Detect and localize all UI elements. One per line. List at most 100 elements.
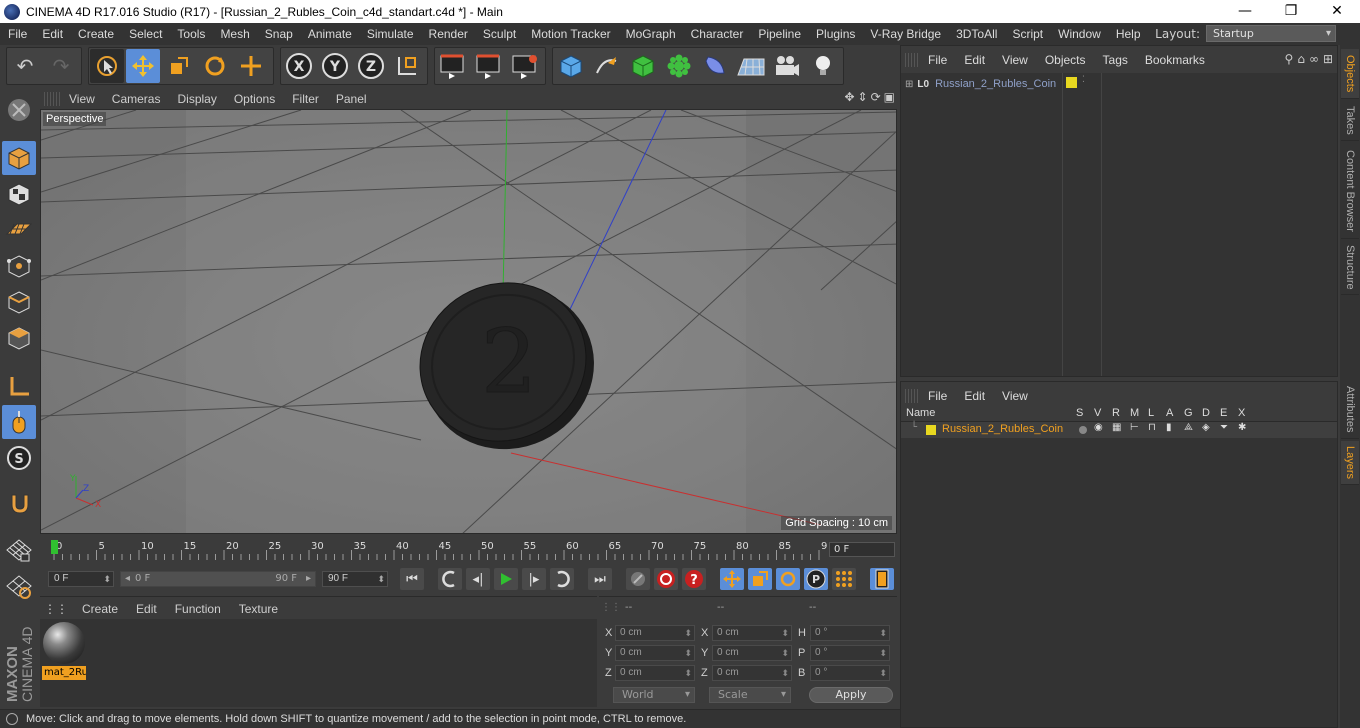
column-animation[interactable]: A	[1166, 407, 1173, 419]
key-scale-icon[interactable]	[748, 568, 772, 590]
viewport-menu-view[interactable]: View	[60, 92, 103, 106]
column-deformers[interactable]: D	[1202, 407, 1210, 419]
material-menu-function[interactable]: Function	[165, 602, 229, 616]
column-render[interactable]: R	[1112, 407, 1120, 419]
viewport-menu-panel[interactable]: Panel	[327, 92, 375, 106]
key-point-level-icon[interactable]	[832, 568, 856, 590]
column-solo[interactable]: S	[1076, 407, 1083, 419]
menu-pipeline[interactable]: Pipeline	[750, 27, 808, 41]
menu-script[interactable]: Script	[1004, 27, 1050, 41]
render-to-picture-viewer-icon[interactable]	[472, 49, 506, 83]
objects-menu-edit[interactable]: Edit	[955, 53, 993, 67]
menu-tools[interactable]: Tools	[169, 27, 212, 41]
layers-menu-file[interactable]: File	[919, 389, 955, 403]
record-keys-icon[interactable]	[654, 568, 678, 590]
link-icon[interactable]: ∞	[1309, 52, 1319, 66]
material-list[interactable]: mat_2Ru	[40, 619, 597, 707]
material-panel-grip[interactable]: ⋮⋮	[40, 602, 72, 616]
tab-content-browser[interactable]: Content Browser	[1341, 143, 1359, 239]
object-panel-grip[interactable]	[905, 53, 919, 67]
size-z-field[interactable]: 0 cm	[712, 665, 792, 681]
tweak-mode-icon[interactable]	[2, 405, 36, 439]
workplane-lock-icon[interactable]	[2, 533, 36, 567]
layers-menu-edit[interactable]: Edit	[955, 389, 993, 403]
xref-icon[interactable]: ✱	[1238, 422, 1246, 433]
home-icon[interactable]: ⌂	[1297, 52, 1305, 66]
camera-icon[interactable]	[770, 49, 804, 83]
rotation-b-field[interactable]: 0 °	[810, 665, 890, 681]
light-icon[interactable]	[806, 49, 840, 83]
layer-list[interactable]: └ Russian_2_Rubles_Coin ◉ ▦ ⊢ ⊓ ▮ ⟁ ◈ ⏷ …	[901, 422, 1337, 727]
visible-eye-icon[interactable]: ◉	[1094, 422, 1103, 433]
live-selection-icon[interactable]	[90, 49, 124, 83]
maximize-button[interactable]: ❐	[1268, 0, 1314, 23]
column-name[interactable]: Name	[906, 407, 935, 419]
render-settings-icon[interactable]	[508, 49, 542, 83]
scale-tool-icon[interactable]	[162, 49, 196, 83]
close-button[interactable]: ✕	[1314, 0, 1360, 23]
menu-vray-bridge[interactable]: V-Ray Bridge	[862, 27, 948, 41]
layer-panel-grip[interactable]	[905, 389, 919, 403]
menu-help[interactable]: Help	[1108, 27, 1148, 41]
menu-mesh[interactable]: Mesh	[212, 27, 256, 41]
column-xrefs[interactable]: X	[1238, 407, 1245, 419]
timeline-ruler[interactable]: 051015202530354045505560657075808590 0 F	[40, 536, 897, 564]
subdivision-surface-icon[interactable]	[626, 49, 660, 83]
go-to-previous-frame-icon[interactable]: ◂|	[466, 568, 490, 590]
go-to-next-frame-icon[interactable]: |▸	[522, 568, 546, 590]
menu-sculpt[interactable]: Sculpt	[475, 27, 523, 41]
material-preview-sphere[interactable]	[43, 622, 85, 664]
menu-animate[interactable]: Animate	[300, 27, 359, 41]
material-menu-create[interactable]: Create	[72, 602, 126, 616]
menu-snap[interactable]: Snap	[257, 27, 300, 41]
workplane-grid-icon[interactable]	[2, 569, 36, 603]
rotate-tool-icon[interactable]	[198, 49, 232, 83]
menu-character[interactable]: Character	[683, 27, 751, 41]
object-row[interactable]: ⊞ L0 Russian_2_Rubles_Coin	[905, 75, 1056, 93]
timeline-ticks[interactable]: 051015202530354045505560657075808590	[48, 538, 828, 562]
workplane-mode-icon[interactable]	[2, 213, 36, 247]
apply-button[interactable]: Apply	[809, 687, 893, 703]
x-axis-lock-icon[interactable]: X	[282, 49, 316, 83]
preview-start-field[interactable]: 0 F	[48, 571, 114, 587]
y-axis-lock-icon[interactable]: Y	[318, 49, 352, 83]
column-generators[interactable]: G	[1184, 407, 1193, 419]
cube-primitive-icon[interactable]	[554, 49, 588, 83]
coordinate-space-dropdown[interactable]: World	[613, 687, 695, 703]
tab-structure[interactable]: Structure	[1341, 241, 1359, 295]
autokeying-icon[interactable]: ?	[682, 568, 706, 590]
layer-row[interactable]: └ Russian_2_Rubles_Coin ◉ ▦ ⊢ ⊓ ▮ ⟁ ◈ ⏷ …	[901, 422, 1337, 438]
size-x-field[interactable]: 0 cm	[712, 625, 792, 641]
move-tool-icon[interactable]	[126, 49, 160, 83]
menu-plugins[interactable]: Plugins	[808, 27, 862, 41]
timeline-window-icon[interactable]	[870, 568, 894, 590]
objects-menu-view[interactable]: View	[993, 53, 1036, 67]
playhead-marker[interactable]	[51, 540, 58, 554]
play-forwards-icon[interactable]	[494, 568, 518, 590]
undo-icon[interactable]: ↶	[8, 49, 42, 83]
menu-motion-tracker[interactable]: Motion Tracker	[523, 27, 617, 41]
expand-toggle-icon[interactable]: ⊞	[905, 79, 913, 90]
object-name[interactable]: Russian_2_Rubles_Coin	[935, 78, 1056, 90]
snap-magnet-icon[interactable]	[2, 487, 36, 521]
material-menu-edit[interactable]: Edit	[126, 602, 165, 616]
axis-mode-icon[interactable]	[2, 369, 36, 403]
generator-icon[interactable]: ⟁	[1184, 422, 1193, 433]
viewport-menu-filter[interactable]: Filter	[283, 92, 327, 106]
objects-menu-objects[interactable]: Objects	[1036, 53, 1094, 67]
go-to-start-icon[interactable]: ⏮	[400, 568, 424, 590]
menu-create[interactable]: Create	[70, 27, 121, 41]
animation-film-icon[interactable]: ▮	[1166, 422, 1172, 433]
go-to-end-icon[interactable]: ⏭	[588, 568, 612, 590]
expression-icon[interactable]: ⏷	[1220, 422, 1228, 433]
orbit-view-icon[interactable]: ⟳	[871, 90, 881, 104]
motion-path-icon[interactable]	[626, 568, 650, 590]
menu-mograph[interactable]: MoGraph	[618, 27, 683, 41]
objects-menu-tags[interactable]: Tags	[1094, 53, 1136, 67]
layout-dropdown[interactable]: Startup	[1206, 25, 1336, 42]
go-to-previous-key-icon[interactable]	[438, 568, 462, 590]
coord-panel-grip[interactable]: ⋮⋮	[601, 602, 621, 613]
key-rotation-icon[interactable]	[776, 568, 800, 590]
layers-menu-view[interactable]: View	[993, 389, 1036, 403]
menu-3dtoall[interactable]: 3DToAll	[948, 27, 1004, 41]
